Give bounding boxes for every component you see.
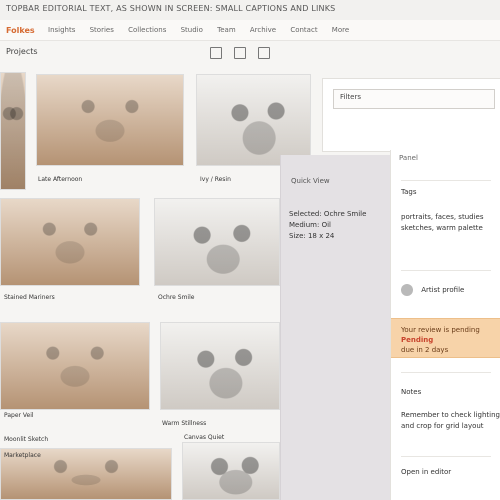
image-caption: Moonlit Sketch: [4, 436, 49, 443]
right-sidebar: Panel Tags portraits, faces, studies ske…: [390, 150, 500, 500]
main-nav: Folkes Insights Stories Collections Stud…: [0, 20, 500, 41]
nav-item[interactable]: Archive: [250, 26, 276, 34]
section-line: and crop for grid layout: [401, 422, 484, 430]
top-bar: TOPBAR EDITORIAL TEXT, AS SHOWN IN SCREE…: [0, 0, 500, 21]
divider: [401, 180, 491, 181]
artwork-thumbnail: [1, 73, 25, 189]
section-lines: portraits, faces, studies sketches, warm…: [401, 212, 483, 234]
divider: [401, 456, 491, 457]
nav-item[interactable]: Team: [217, 26, 236, 34]
image-card[interactable]: [196, 74, 311, 166]
open-editor-link[interactable]: Open in editor: [401, 468, 451, 476]
nav-item[interactable]: Insights: [48, 26, 75, 34]
list-icon[interactable]: [210, 47, 222, 59]
image-caption: Stained Mariners: [4, 294, 55, 301]
image-caption: Ochre Smile: [158, 294, 195, 301]
artwork-thumbnail: [161, 323, 279, 409]
nav-item[interactable]: Collections: [128, 26, 166, 34]
artwork-thumbnail: [197, 75, 310, 165]
image-card[interactable]: [182, 442, 280, 500]
image-caption: Ivy / Resin: [200, 176, 231, 183]
image-card[interactable]: [154, 198, 280, 286]
filter-icon[interactable]: [258, 47, 270, 59]
section-line: sketches, warm palette: [401, 224, 483, 232]
artwork-thumbnail: [1, 199, 139, 285]
overlay-lines: Selected: Ochre Smile Medium: Oil Size: …: [289, 209, 366, 242]
alert-line: Your review is pending Pending: [401, 325, 500, 345]
filter-card: Filters: [322, 78, 500, 152]
alert-text: Your review is pending Pending due in 2 …: [401, 325, 500, 355]
brand-logo[interactable]: Folkes: [6, 26, 35, 35]
author-label: Artist profile: [421, 286, 465, 294]
toolbar-label: Projects: [6, 47, 38, 56]
image-caption: Canvas Quiet: [184, 434, 225, 441]
section-line: portraits, faces, studies: [401, 213, 484, 221]
avatar: [401, 284, 413, 296]
image-caption: Paper Veil: [4, 412, 34, 419]
image-card[interactable]: [0, 198, 140, 286]
overlay-line: Size: 18 x 24: [289, 232, 335, 240]
image-card[interactable]: [0, 322, 150, 410]
sidebar-top: Panel: [399, 154, 418, 162]
image-card[interactable]: [160, 322, 280, 410]
section-title: Notes: [401, 388, 422, 396]
artwork-thumbnail: [37, 75, 183, 165]
divider: [401, 270, 491, 271]
status-badge: Pending: [401, 336, 434, 344]
overlay-line: Medium: Oil: [289, 221, 331, 229]
artwork-thumbnail: [1, 323, 149, 409]
overlay-line: Selected: Ochre Smile: [289, 210, 367, 218]
top-bar-text: TOPBAR EDITORIAL TEXT, AS SHOWN IN SCREE…: [6, 4, 336, 13]
filter-input[interactable]: Filters: [333, 89, 495, 109]
nav-items: Insights Stories Collections Studio Team…: [48, 26, 361, 34]
alert-line: due in 2 days: [401, 346, 449, 354]
section-title: Tags: [401, 188, 417, 196]
nav-item[interactable]: More: [332, 26, 349, 34]
grid-icon[interactable]: [234, 47, 246, 59]
filter-value: Filters: [340, 93, 361, 101]
section-lines: Remember to check lighting and crop for …: [401, 410, 500, 432]
image-card[interactable]: [0, 72, 26, 190]
section-line: Remember to check lighting: [401, 411, 500, 419]
alert-line-text: Your review is pending: [401, 326, 480, 334]
status-alert: Your review is pending Pending due in 2 …: [391, 318, 500, 358]
divider: [401, 372, 491, 373]
author-row[interactable]: Artist profile: [401, 284, 464, 296]
nav-item[interactable]: Contact: [290, 26, 317, 34]
artwork-thumbnail: [183, 443, 279, 499]
quick-view-overlay: Quick View Selected: Ochre Smile Medium:…: [280, 155, 391, 500]
image-caption: Late Afternoon: [38, 176, 83, 183]
image-card[interactable]: [36, 74, 184, 166]
toolbar-icons: [210, 47, 270, 59]
nav-item[interactable]: Studio: [181, 26, 203, 34]
image-caption: Marketplace: [4, 452, 41, 459]
nav-item[interactable]: Stories: [90, 26, 114, 34]
overlay-title: Quick View: [291, 177, 330, 185]
artwork-thumbnail: [155, 199, 279, 285]
image-caption: Warm Stillness: [162, 420, 207, 427]
toolbar: Projects: [0, 42, 500, 64]
